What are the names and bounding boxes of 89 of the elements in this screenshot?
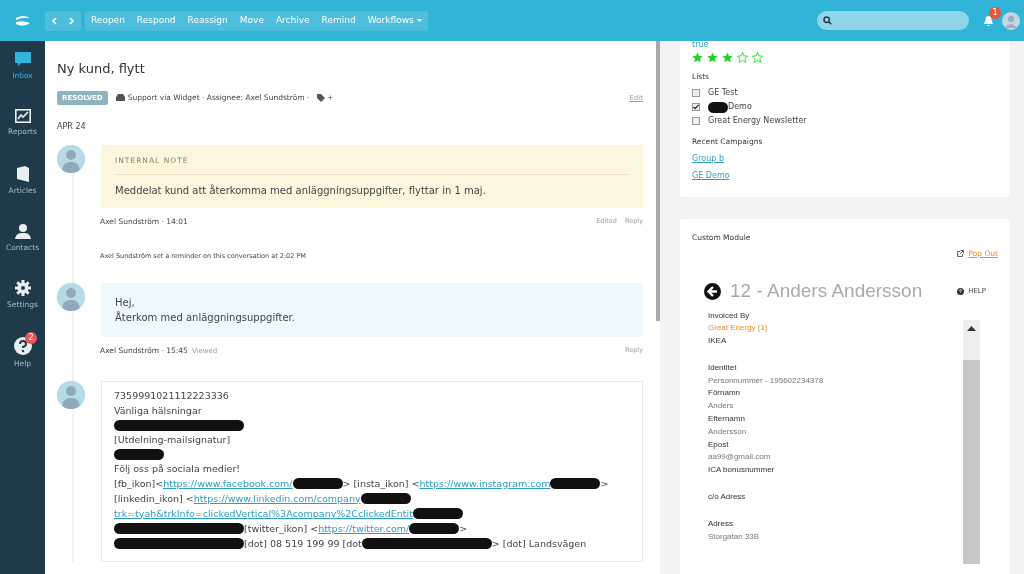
email-text: > bbox=[459, 522, 468, 535]
list-label: Demo bbox=[728, 101, 752, 114]
email-text: [linkedin_ikon] < bbox=[114, 492, 194, 505]
list-label: GE Test bbox=[708, 87, 738, 100]
settings-icon bbox=[14, 280, 31, 296]
field-label: Identitet bbox=[708, 361, 738, 374]
search-icon bbox=[823, 16, 832, 25]
field-label: Invoiced By bbox=[708, 309, 751, 322]
toolbar-button[interactable]: Reassign bbox=[181, 10, 234, 31]
back-arrow-icon[interactable] bbox=[704, 282, 721, 300]
email-text: Vänliga hälsningar bbox=[114, 404, 202, 417]
workflows-dropdown[interactable]: Workflows bbox=[361, 10, 428, 31]
help-icon bbox=[957, 287, 965, 295]
logo-icon bbox=[14, 14, 31, 27]
field-label: c/o Adress bbox=[708, 491, 747, 504]
redaction-mark bbox=[114, 448, 164, 460]
star-icon[interactable] bbox=[692, 52, 703, 63]
field-value: true bbox=[692, 41, 710, 49]
scrollbar[interactable] bbox=[963, 319, 980, 564]
email-text: > [dot] Landsvägen bbox=[491, 537, 587, 550]
field-value: Storgatan 33B bbox=[708, 530, 761, 543]
email-text: [twitter_ikon] < bbox=[244, 522, 319, 535]
avatar bbox=[57, 283, 85, 312]
field-label: Förnamn bbox=[708, 387, 741, 400]
field-link[interactable]: Great Energy (1) bbox=[708, 322, 963, 336]
star-icon[interactable] bbox=[752, 52, 763, 63]
conversation-title: Ny kund, flytt bbox=[57, 60, 146, 78]
email-link[interactable]: trk=tyah&trkInfo=clickedVertical%3Acompany%2CclickedEntit bbox=[114, 507, 413, 520]
field-value: aa99@gmail.com bbox=[708, 451, 772, 464]
email-text: [Utdelning-mailsignatur] bbox=[114, 433, 231, 446]
redaction-mark bbox=[360, 493, 411, 504]
checkbox[interactable] bbox=[692, 89, 700, 98]
email-link[interactable]: https://www.facebook.com/ bbox=[163, 477, 293, 490]
book-icon bbox=[15, 166, 30, 182]
field-label: Adress bbox=[708, 517, 734, 530]
redaction-mark bbox=[550, 478, 601, 489]
field-label: IKEA bbox=[708, 335, 728, 348]
scroll-up-icon[interactable] bbox=[967, 325, 976, 331]
redaction-mark bbox=[292, 478, 343, 489]
campaign-link[interactable]: GE Demo bbox=[692, 169, 998, 182]
chart-icon bbox=[14, 109, 31, 123]
notification-badge: 1 bbox=[989, 7, 1001, 19]
contact-heading: 12 - Anders Andersson bbox=[730, 279, 923, 303]
star-icon[interactable] bbox=[737, 52, 748, 63]
field-label: Efternamn bbox=[708, 413, 746, 426]
chat-icon bbox=[14, 52, 31, 67]
checkbox[interactable] bbox=[692, 117, 700, 126]
message-text: Hej, Återkom med anläggningsuppgifter. bbox=[101, 283, 643, 338]
field-value: Andersson bbox=[708, 425, 748, 438]
field-label: ICA bonusnummer bbox=[708, 464, 776, 477]
toolbar-button[interactable]: Reopen bbox=[85, 10, 131, 31]
count-badge: 2 bbox=[25, 332, 37, 344]
email-link[interactable]: https://twitter.com/ bbox=[318, 522, 410, 535]
star-icon[interactable] bbox=[707, 52, 718, 63]
person-icon bbox=[14, 223, 31, 239]
toolbar-button[interactable]: Remind bbox=[315, 10, 362, 31]
email-link[interactable]: https://www.instagram.com bbox=[419, 477, 551, 490]
star-icon[interactable] bbox=[722, 52, 733, 63]
search-field[interactable] bbox=[817, 11, 969, 30]
list-label: Great Energy Newsletter bbox=[708, 115, 807, 128]
email-text: Följ oss på sociala medier! bbox=[114, 462, 241, 475]
field-value: Personnummer - 195602234378 bbox=[708, 374, 825, 387]
field-value: Anders bbox=[708, 400, 735, 413]
avatar bbox=[57, 380, 85, 409]
redaction-mark bbox=[409, 523, 460, 534]
email-link[interactable]: https://www.linkedin.com/company bbox=[193, 492, 361, 505]
toolbar-button[interactable]: Archive bbox=[269, 10, 316, 31]
toolbar-button[interactable]: Respond bbox=[130, 10, 182, 31]
email-text: > [insta_ikon] < bbox=[342, 477, 420, 490]
field-label: Epost bbox=[708, 438, 730, 451]
note-text: Meddelat kund att återkomma med anläggningsuppgifter, flyttar in 1 maj. bbox=[115, 183, 487, 199]
tag-icon bbox=[317, 93, 326, 102]
email-text: 7359991021112223336 bbox=[114, 389, 229, 402]
external-link-icon bbox=[957, 249, 965, 257]
email-text: > bbox=[600, 477, 609, 490]
toolbar-button[interactable]: Move bbox=[233, 10, 270, 31]
checkbox[interactable] bbox=[692, 103, 700, 112]
chevron-right-icon bbox=[69, 16, 75, 25]
redaction-mark bbox=[412, 508, 463, 519]
bell-icon[interactable] bbox=[983, 15, 994, 27]
campaign-link[interactable]: Group b bbox=[692, 152, 998, 165]
chevron-left-icon bbox=[51, 16, 57, 25]
email-text: [dot] 08 519 199 99 [dot bbox=[244, 537, 362, 550]
avatar-icon[interactable] bbox=[1002, 11, 1020, 30]
inbox-icon bbox=[115, 94, 125, 102]
email-text: [fb_ikon]< bbox=[114, 477, 164, 490]
avatar bbox=[57, 145, 85, 173]
caret-icon bbox=[416, 19, 422, 22]
date-heading: APR 24 bbox=[57, 121, 87, 133]
